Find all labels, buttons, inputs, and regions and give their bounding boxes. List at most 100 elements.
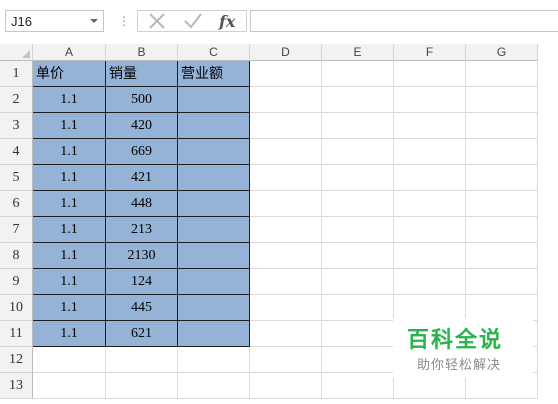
cell-c10[interactable]	[178, 295, 250, 321]
cell-e7[interactable]	[322, 217, 394, 243]
cell-e8[interactable]	[322, 243, 394, 269]
cell-e5[interactable]	[322, 165, 394, 191]
column-header-f[interactable]: F	[394, 44, 466, 61]
cell-f7[interactable]	[394, 217, 466, 243]
cell-e4[interactable]	[322, 139, 394, 165]
cell-e6[interactable]	[322, 191, 394, 217]
cell-b11[interactable]: 621	[106, 321, 178, 347]
column-header-e[interactable]: E	[322, 44, 394, 61]
cell-a1[interactable]: 单价	[33, 61, 106, 87]
cell-c1[interactable]: 营业额	[178, 61, 250, 87]
cell-c13[interactable]	[178, 373, 250, 399]
cell-a8[interactable]: 1.1	[33, 243, 106, 269]
cell-a2[interactable]: 1.1	[33, 87, 106, 113]
cell-f6[interactable]	[394, 191, 466, 217]
row-header-3[interactable]: 3	[0, 113, 33, 139]
cell-c5[interactable]	[178, 165, 250, 191]
cell-a6[interactable]: 1.1	[33, 191, 106, 217]
cell-g2[interactable]	[466, 87, 538, 113]
cell-b8[interactable]: 2130	[106, 243, 178, 269]
cell-d11[interactable]	[250, 321, 322, 347]
row-header-13[interactable]: 13	[0, 373, 33, 399]
cell-g9[interactable]	[466, 269, 538, 295]
cell-b6[interactable]: 448	[106, 191, 178, 217]
cell-b13[interactable]	[106, 373, 178, 399]
cell-c4[interactable]	[178, 139, 250, 165]
cell-a5[interactable]: 1.1	[33, 165, 106, 191]
cell-d3[interactable]	[250, 113, 322, 139]
cell-d1[interactable]	[250, 61, 322, 87]
cell-g4[interactable]	[466, 139, 538, 165]
cell-b12[interactable]	[106, 347, 178, 373]
cell-b7[interactable]: 213	[106, 217, 178, 243]
cell-f1[interactable]	[394, 61, 466, 87]
cell-d7[interactable]	[250, 217, 322, 243]
column-header-d[interactable]: D	[250, 44, 322, 61]
cell-c6[interactable]	[178, 191, 250, 217]
select-all-corner[interactable]	[0, 44, 33, 61]
cell-a3[interactable]: 1.1	[33, 113, 106, 139]
cell-e2[interactable]	[322, 87, 394, 113]
formula-input[interactable]	[250, 10, 558, 32]
column-header-a[interactable]: A	[33, 44, 106, 61]
cell-e1[interactable]	[322, 61, 394, 87]
cell-b10[interactable]: 445	[106, 295, 178, 321]
cell-a7[interactable]: 1.1	[33, 217, 106, 243]
cell-f3[interactable]	[394, 113, 466, 139]
cell-c3[interactable]	[178, 113, 250, 139]
cell-b5[interactable]: 421	[106, 165, 178, 191]
cell-a12[interactable]	[33, 347, 106, 373]
name-box[interactable]: J16	[5, 10, 104, 32]
cell-b2[interactable]: 500	[106, 87, 178, 113]
cell-b1[interactable]: 销量	[106, 61, 178, 87]
cell-c2[interactable]	[178, 87, 250, 113]
cell-f8[interactable]	[394, 243, 466, 269]
row-header-7[interactable]: 7	[0, 217, 33, 243]
cell-b4[interactable]: 669	[106, 139, 178, 165]
cell-f4[interactable]	[394, 139, 466, 165]
cell-f5[interactable]	[394, 165, 466, 191]
cell-c11[interactable]	[178, 321, 250, 347]
cell-f9[interactable]	[394, 269, 466, 295]
cell-g8[interactable]	[466, 243, 538, 269]
cell-b9[interactable]: 124	[106, 269, 178, 295]
cell-c8[interactable]	[178, 243, 250, 269]
cell-c9[interactable]	[178, 269, 250, 295]
row-header-9[interactable]: 9	[0, 269, 33, 295]
row-header-8[interactable]: 8	[0, 243, 33, 269]
cell-a9[interactable]: 1.1	[33, 269, 106, 295]
cell-e11[interactable]	[322, 321, 394, 347]
cell-a10[interactable]: 1.1	[33, 295, 106, 321]
row-header-12[interactable]: 12	[0, 347, 33, 373]
cell-e3[interactable]	[322, 113, 394, 139]
cell-g1[interactable]	[466, 61, 538, 87]
cell-a4[interactable]: 1.1	[33, 139, 106, 165]
row-header-6[interactable]: 6	[0, 191, 33, 217]
cell-d8[interactable]	[250, 243, 322, 269]
enter-check-icon[interactable]	[182, 11, 204, 31]
cell-g6[interactable]	[466, 191, 538, 217]
column-header-g[interactable]: G	[466, 44, 538, 61]
cell-g5[interactable]	[466, 165, 538, 191]
cell-e12[interactable]	[322, 347, 394, 373]
cell-d9[interactable]	[250, 269, 322, 295]
column-header-c[interactable]: C	[178, 44, 250, 61]
cell-a11[interactable]: 1.1	[33, 321, 106, 347]
row-header-11[interactable]: 11	[0, 321, 33, 347]
cell-d2[interactable]	[250, 87, 322, 113]
row-header-4[interactable]: 4	[0, 139, 33, 165]
cell-g3[interactable]	[466, 113, 538, 139]
cell-d12[interactable]	[250, 347, 322, 373]
cell-c7[interactable]	[178, 217, 250, 243]
cancel-x-icon[interactable]	[146, 11, 168, 31]
insert-function-icon[interactable]: fx	[219, 12, 235, 32]
cell-d6[interactable]	[250, 191, 322, 217]
cell-a13[interactable]	[33, 373, 106, 399]
cell-g7[interactable]	[466, 217, 538, 243]
cell-e9[interactable]	[322, 269, 394, 295]
cell-d4[interactable]	[250, 139, 322, 165]
cell-e13[interactable]	[322, 373, 394, 399]
cell-e10[interactable]	[322, 295, 394, 321]
cell-d5[interactable]	[250, 165, 322, 191]
cell-f2[interactable]	[394, 87, 466, 113]
